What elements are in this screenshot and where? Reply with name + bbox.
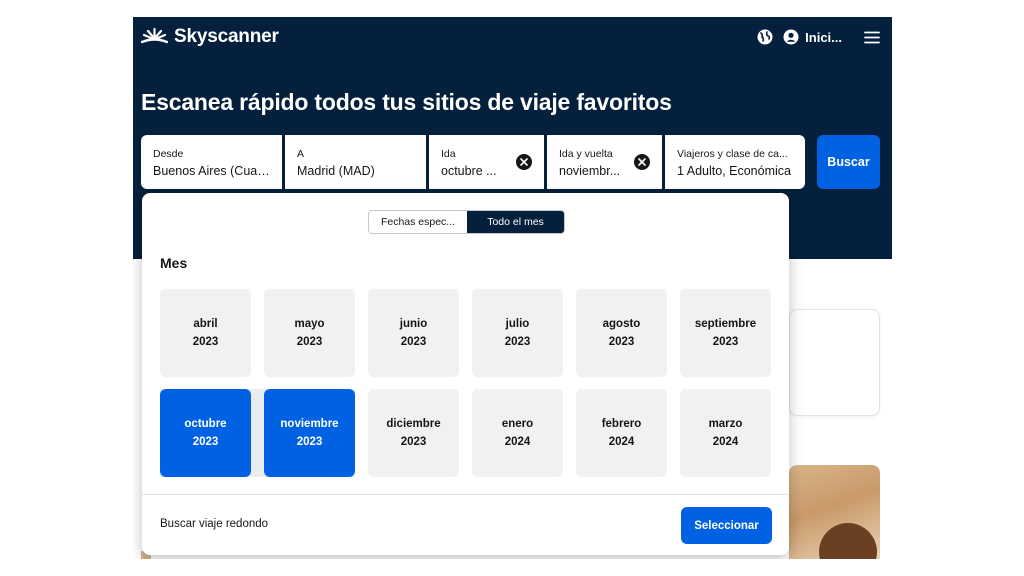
clear-icon[interactable]	[634, 154, 650, 170]
month-picker-popup: Fechas espec... Todo el mes Mes abril 202…	[142, 193, 789, 555]
round-trip-label: Buscar viaje redondo	[160, 518, 269, 530]
account-icon	[783, 29, 799, 45]
month-year: 2023	[296, 436, 323, 448]
month-year: 2024	[504, 436, 531, 448]
skyscanner-logo-icon	[141, 27, 168, 44]
month-tile[interactable]: febrero 2024	[576, 389, 667, 477]
month-name: julio	[505, 318, 530, 330]
return-field[interactable]: Ida y vuelta noviembr...	[547, 135, 662, 189]
month-tile[interactable]: marzo 2024	[680, 389, 771, 477]
month-name: septiembre	[694, 318, 757, 330]
tab-specific-dates[interactable]: Fechas espec...	[369, 211, 467, 233]
month-tile[interactable]: junio 2023	[368, 289, 459, 377]
to-label: A	[297, 148, 305, 160]
month-year: 2024	[608, 436, 635, 448]
depart-field[interactable]: Ida octubre ...	[429, 135, 544, 189]
login-button[interactable]: Inici...	[783, 29, 842, 45]
to-field[interactable]: A Madrid (MAD)	[285, 135, 426, 189]
login-label: Inici...	[805, 29, 842, 45]
menu-icon[interactable]	[864, 31, 880, 44]
month-name: enero	[501, 418, 534, 430]
month-tile[interactable]: noviembre 2023	[264, 389, 355, 477]
month-name: octubre	[184, 418, 227, 430]
month-name: junio	[399, 318, 428, 330]
month-name: mayo	[294, 318, 325, 330]
month-tile[interactable]: septiembre 2023	[680, 289, 771, 377]
month-tile[interactable]: enero 2024	[472, 389, 563, 477]
globe-icon[interactable]	[757, 29, 773, 45]
month-name: marzo	[708, 418, 743, 430]
tab-whole-month[interactable]: Todo el mes	[467, 211, 564, 233]
month-year: 2023	[192, 336, 219, 348]
month-year: 2023	[192, 436, 219, 448]
return-label: Ida y vuelta	[559, 148, 613, 160]
section-title: Mes	[160, 255, 188, 271]
header-actions: Inici...	[757, 27, 880, 47]
month-tile[interactable]: mayo 2023	[264, 289, 355, 377]
month-year: 2024	[712, 436, 739, 448]
search-button[interactable]: Buscar	[817, 135, 880, 189]
search-bar: Desde Buenos Aires (Cualq... A Madrid (M…	[141, 135, 808, 189]
month-year: 2023	[712, 336, 739, 348]
month-name: diciembre	[386, 418, 441, 430]
select-button[interactable]: Seleccionar	[681, 507, 772, 544]
month-tile[interactable]: octubre 2023	[160, 389, 251, 477]
travellers-value: 1 Adulto, Económica	[677, 164, 791, 178]
month-year: 2023	[504, 336, 531, 348]
depart-value: octubre ...	[441, 164, 497, 178]
logo[interactable]: Skyscanner	[141, 25, 279, 49]
month-name: noviembre	[280, 418, 339, 430]
to-value: Madrid (MAD)	[297, 164, 375, 178]
logo-text: Skyscanner	[174, 26, 279, 47]
month-tile[interactable]: agosto 2023	[576, 289, 667, 377]
clear-icon[interactable]	[516, 154, 532, 170]
page-headline: Escanea rápido todos tus sitios de viaje…	[141, 89, 672, 115]
depart-label: Ida	[441, 148, 456, 160]
month-name: febrero	[601, 418, 642, 430]
month-year: 2023	[296, 336, 323, 348]
month-year: 2023	[400, 436, 427, 448]
from-field[interactable]: Desde Buenos Aires (Cualq...	[141, 135, 282, 189]
travellers-field[interactable]: Viajeros y clase de ca... 1 Adulto, Econ…	[665, 135, 805, 189]
from-value: Buenos Aires (Cualq...	[153, 164, 270, 178]
month-year: 2023	[400, 336, 427, 348]
return-value: noviembr...	[559, 164, 621, 178]
background-photo	[789, 465, 880, 559]
page: Skyscanner Inici... Escanea rápido todos…	[133, 17, 892, 559]
date-mode-toggle: Fechas espec... Todo el mes	[368, 210, 565, 234]
month-year: 2023	[608, 336, 635, 348]
popup-footer: Buscar viaje redondo Seleccionar	[142, 494, 789, 555]
month-tile[interactable]: diciembre 2023	[368, 389, 459, 477]
month-name: agosto	[602, 318, 641, 330]
month-tile[interactable]: julio 2023	[472, 289, 563, 377]
month-grid: abril 2023 mayo 2023 junio 2023 julio 2023 agost…	[160, 289, 772, 477]
month-name: abril	[193, 318, 218, 330]
month-tile[interactable]: abril 2023	[160, 289, 251, 377]
travellers-label: Viajeros y clase de ca...	[677, 148, 788, 160]
background-card	[789, 309, 880, 416]
from-label: Desde	[153, 148, 184, 160]
